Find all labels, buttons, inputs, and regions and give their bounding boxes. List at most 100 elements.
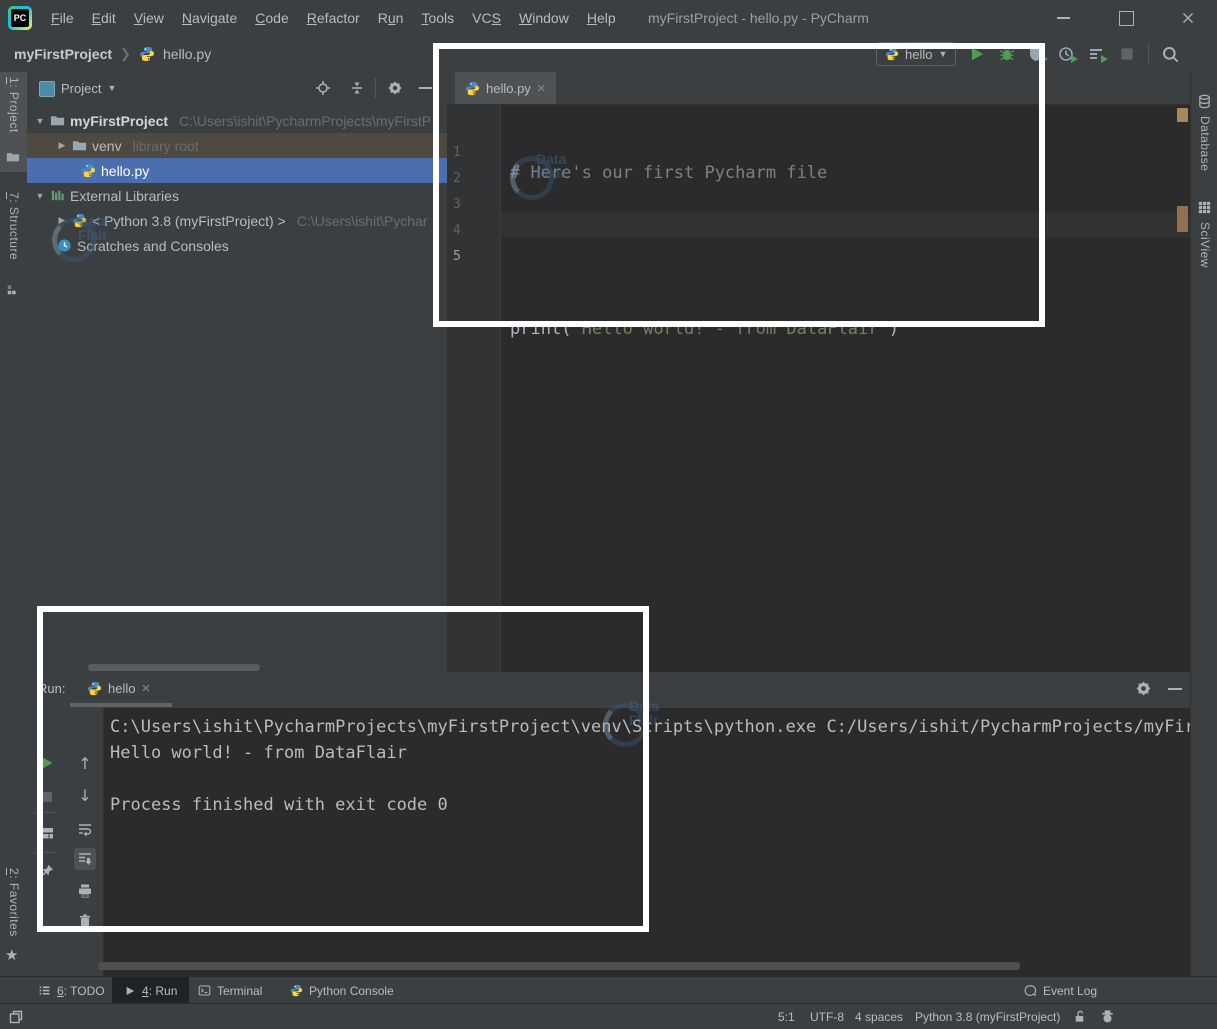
profiler-button[interactable] [1058, 45, 1076, 63]
sidebar-item-structure[interactable]: 7: Structure [0, 190, 27, 302]
collapse-all-icon[interactable] [349, 80, 365, 96]
tree-row-scratches[interactable]: Scratches and Consoles [27, 233, 447, 258]
error-stripe-mark[interactable] [1177, 108, 1188, 122]
debug-button[interactable] [998, 45, 1016, 63]
tree-row-external-libraries[interactable]: ▼ External Libraries [27, 183, 447, 208]
editor-panel: hello.py × 1 2 3 4 5 # Here's our first … [447, 72, 1190, 672]
indent-setting[interactable]: 4 spaces [855, 1004, 903, 1029]
sidebar-item-favorites[interactable]: 2: Favorites ★ [0, 864, 27, 976]
close-tab-icon[interactable]: × [537, 81, 546, 96]
menu-help[interactable]: Help [578, 0, 625, 36]
tree-row-hello-py[interactable]: hello.py [27, 158, 447, 183]
rerun-button[interactable] [36, 752, 58, 774]
gear-icon[interactable] [1135, 680, 1152, 697]
line-number: 3 [447, 192, 493, 218]
tree-path: C:\Users\ishit\Pychar [297, 213, 428, 229]
chevron-down-icon[interactable]: ▼ [107, 83, 116, 93]
sidebar-item-database[interactable]: Database [1191, 92, 1217, 212]
menu-window[interactable]: Window [510, 0, 578, 36]
horizontal-scrollbar[interactable] [88, 664, 260, 671]
pycharm-window: PC File Edit View Navigate Code Refactor… [0, 0, 1217, 1029]
maximize-button[interactable] [1103, 0, 1149, 36]
tab-hello-py[interactable]: hello.py × [455, 72, 556, 104]
menu-edit[interactable]: Edit [83, 0, 125, 36]
print-button[interactable] [74, 880, 96, 902]
code-editor-area[interactable]: # Here's our first Pycharm file print("H… [510, 108, 1190, 672]
toolwindow-run[interactable]: 4: Run [112, 977, 189, 1004]
console-output[interactable]: C:\Users\ishit\PycharmProjects\myFirstPr… [103, 708, 1190, 976]
python-icon [290, 984, 303, 997]
line-number: 2 [447, 166, 493, 192]
expand-arrow-icon[interactable]: ▼ [35, 116, 45, 126]
sidebar-item-project[interactable]: 1: Project [0, 72, 27, 172]
run-concurrency-button[interactable] [1088, 45, 1106, 63]
run-with-coverage-button[interactable] [1028, 45, 1046, 63]
run-tab-hello[interactable]: hello × [87, 672, 150, 704]
expand-arrow-icon[interactable]: ▼ [35, 191, 45, 201]
menu-bar: File Edit View Navigate Code Refactor Ru… [42, 0, 625, 36]
horizontal-scrollbar[interactable] [98, 962, 1020, 970]
balloon-icon [1023, 984, 1037, 998]
run-button[interactable] [968, 45, 986, 63]
breadcrumb-project[interactable]: myFirstProject [14, 46, 112, 62]
menu-run[interactable]: Run [369, 0, 413, 36]
caret-position[interactable]: 5:1 [778, 1004, 795, 1029]
run-panel-left-toolbar [27, 708, 67, 976]
project-panel-title[interactable]: Project [61, 81, 101, 96]
menu-view[interactable]: View [125, 0, 173, 36]
scroll-to-end-button[interactable] [74, 848, 96, 870]
breadcrumb: myFirstProject ❯ hello.py [14, 36, 211, 72]
structure-icon [6, 282, 20, 296]
menu-refactor[interactable]: Refactor [298, 0, 369, 36]
python-file-icon [81, 163, 96, 178]
console-line-exit: Process finished with exit code 0 [110, 792, 1190, 818]
breadcrumb-file[interactable]: hello.py [163, 46, 211, 62]
pin-tab-button[interactable] [36, 860, 58, 882]
hide-panel-icon[interactable] [419, 87, 432, 89]
toggle-toolwindows-icon[interactable] [8, 1009, 24, 1025]
error-stripe-mark[interactable] [1177, 206, 1188, 232]
pycharm-logo-icon: PC [8, 6, 32, 30]
hide-panel-icon[interactable] [1168, 688, 1182, 690]
clear-all-button[interactable] [74, 910, 96, 932]
clock-icon [57, 238, 72, 253]
sidebar-item-sciview[interactable]: SciView [1191, 198, 1217, 308]
tree-row-project-root[interactable]: ▼ myFirstProject C:\Users\ishit\PycharmP… [27, 108, 447, 133]
menu-file[interactable]: File [42, 0, 83, 36]
toolwindow-python-console[interactable]: Python Console [290, 977, 394, 1004]
prev-occurrence-button[interactable]: ↑ [74, 752, 96, 774]
lock-icon[interactable] [1072, 1009, 1087, 1024]
project-panel-header: Project ▼ [27, 72, 447, 104]
gear-icon[interactable] [387, 80, 403, 96]
expand-arrow-icon[interactable]: ▶ [57, 215, 67, 226]
menu-navigate[interactable]: Navigate [173, 0, 246, 36]
menu-vcs[interactable]: VCS [463, 0, 510, 36]
locate-file-icon[interactable] [315, 80, 331, 96]
hector-inspector-icon[interactable] [1100, 1009, 1115, 1024]
next-occurrence-button[interactable]: ↓ [74, 784, 96, 806]
python-icon [72, 213, 87, 228]
expand-arrow-icon[interactable]: ▶ [57, 140, 67, 151]
separator [33, 852, 57, 853]
search-everywhere-icon[interactable] [1161, 45, 1180, 64]
minimize-button[interactable] [1040, 0, 1086, 36]
run-config-selector[interactable]: hello ▼ [876, 42, 956, 66]
menu-tools[interactable]: Tools [412, 0, 463, 36]
event-log-button[interactable]: Event Log [1023, 977, 1097, 1004]
tree-label: hello.py [101, 163, 149, 179]
menu-code[interactable]: Code [246, 0, 298, 36]
file-encoding[interactable]: UTF-8 [810, 1004, 844, 1029]
tree-row-python-interpreter[interactable]: ▶ < Python 3.8 (myFirstProject) > C:\Use… [27, 208, 447, 233]
close-tab-icon[interactable]: × [141, 681, 150, 696]
interpreter-setting[interactable]: Python 3.8 (myFirstProject) [915, 1004, 1060, 1029]
console-line-output: Hello world! - from DataFlair [110, 740, 1190, 766]
close-button[interactable] [1165, 0, 1211, 36]
restore-layout-button[interactable] [36, 822, 58, 844]
run-tab-label: hello [108, 681, 135, 696]
code-line-4 [510, 394, 1190, 420]
toolwindow-terminal[interactable]: Terminal [198, 977, 262, 1004]
chevron-down-icon: ▼ [938, 49, 947, 59]
tree-row-venv[interactable]: ▶ venv library root [27, 133, 447, 158]
toolwindow-todo[interactable]: 6: TODO [38, 977, 105, 1004]
soft-wrap-button[interactable] [74, 818, 96, 840]
